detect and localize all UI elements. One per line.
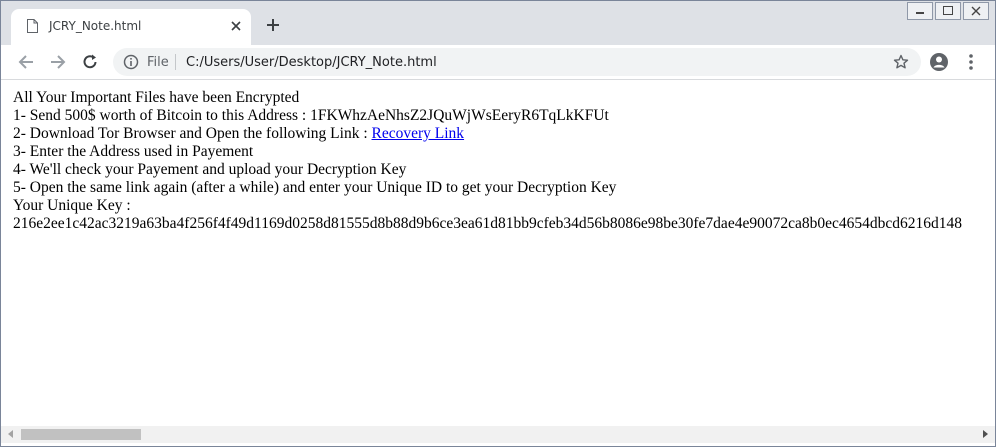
tab-title: JCRY_Note.html xyxy=(49,19,142,33)
account-icon[interactable] xyxy=(929,52,949,72)
note-heading: All Your Important Files have been Encry… xyxy=(13,89,300,106)
scroll-right-icon[interactable] xyxy=(983,430,988,438)
info-icon[interactable] xyxy=(123,54,139,70)
scheme-label: File xyxy=(147,55,169,70)
note-step-2: 2- Download Tor Browser and Open the fol… xyxy=(13,125,962,143)
tab-jcry-note[interactable]: JCRY_Note.html xyxy=(11,9,251,45)
browser-window: JCRY_Note.html File C:/Users/User/Deskto… xyxy=(0,0,996,447)
recovery-link[interactable]: Recovery Link xyxy=(372,125,465,142)
horizontal-scrollbar[interactable] xyxy=(1,426,995,443)
arrow-left-icon[interactable] xyxy=(17,53,35,71)
star-icon[interactable] xyxy=(893,54,909,70)
close-window-button[interactable] xyxy=(963,2,989,20)
reload-icon[interactable] xyxy=(81,53,99,71)
unique-key-value: 216e2ee1c42ac3219a63ba4f256f4f49d1169d02… xyxy=(13,215,962,232)
note-step-5: 5- Open the same link again (after a whi… xyxy=(13,179,617,196)
restore-button[interactable] xyxy=(935,2,961,20)
scrollbar-thumb[interactable] xyxy=(21,429,141,440)
minimize-button[interactable] xyxy=(907,2,933,20)
address-bar[interactable]: File C:/Users/User/Desktop/JCRY_Note.htm… xyxy=(113,48,921,76)
more-vert-icon[interactable] xyxy=(967,53,975,71)
document-icon xyxy=(27,19,38,33)
note-step-3: 3- Enter the Address used in Payement xyxy=(13,143,254,160)
omnibox-divider xyxy=(175,54,176,70)
note-step-4: 4- We'll check your Payement and upload … xyxy=(13,161,407,178)
close-icon xyxy=(971,6,981,16)
page-content: All Your Important Files have been Encry… xyxy=(1,80,995,426)
browser-toolbar: File C:/Users/User/Desktop/JCRY_Note.htm… xyxy=(1,45,995,80)
ransom-note: All Your Important Files have been Encry… xyxy=(13,89,962,233)
note-step-1: 1- Send 500$ worth of Bitcoin to this Ad… xyxy=(13,107,609,124)
note-step-2-text: 2- Download Tor Browser and Open the fol… xyxy=(13,125,372,142)
url-text[interactable]: C:/Users/User/Desktop/JCRY_Note.html xyxy=(186,55,437,70)
scroll-left-icon[interactable] xyxy=(8,430,13,438)
plus-icon[interactable] xyxy=(265,17,281,33)
close-icon[interactable] xyxy=(229,19,243,33)
window-controls xyxy=(905,2,989,20)
tab-strip: JCRY_Note.html xyxy=(1,1,995,45)
unique-key-label: Your Unique Key : xyxy=(13,197,131,214)
arrow-right-icon[interactable] xyxy=(49,53,67,71)
